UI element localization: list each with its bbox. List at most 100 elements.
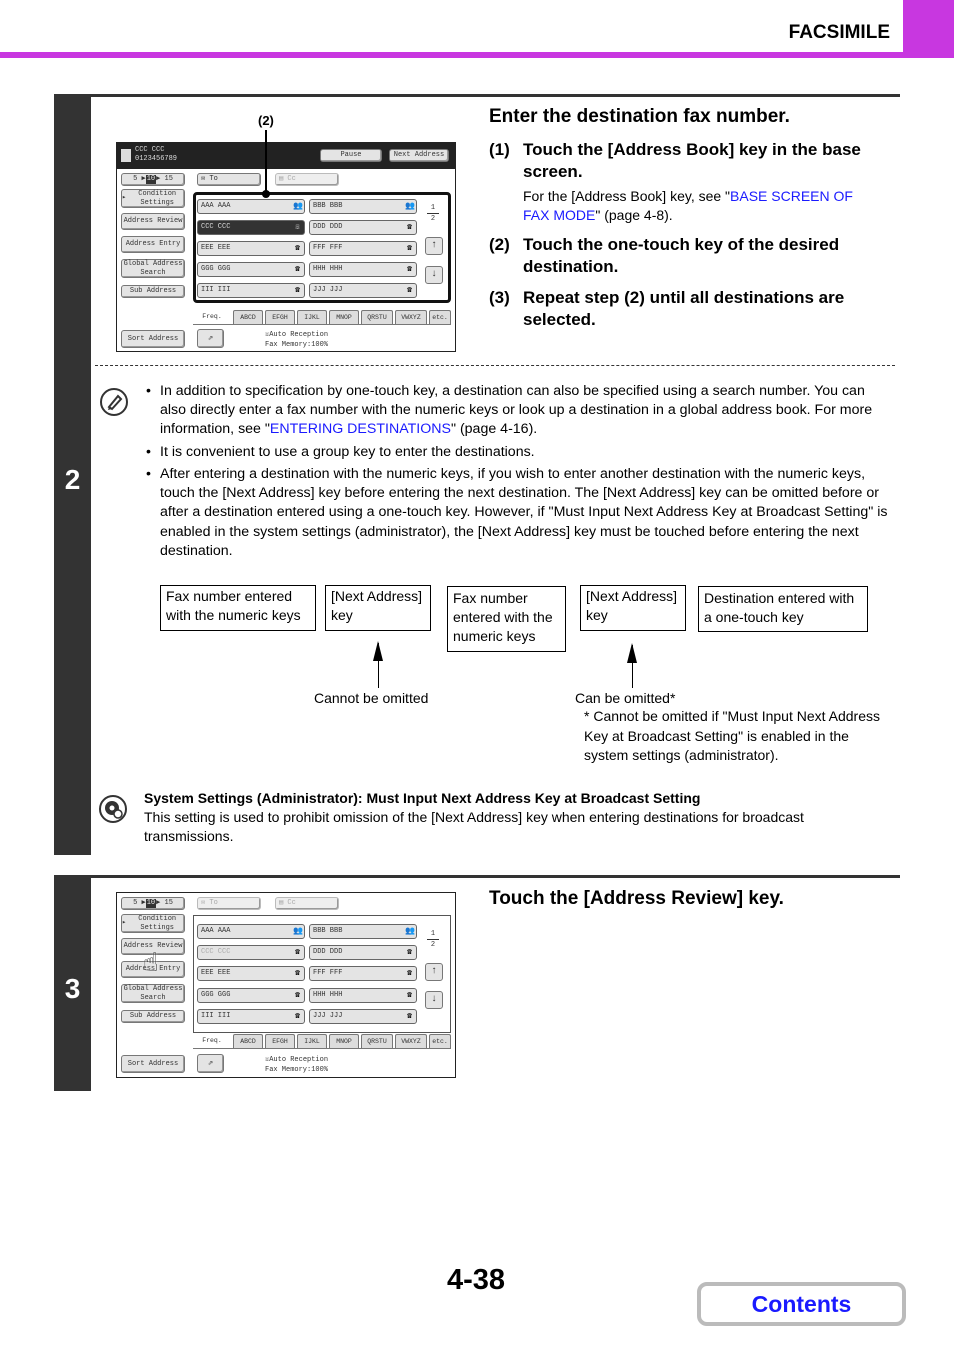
tab-baseline bbox=[193, 324, 451, 325]
one-touch-key[interactable]: III III ☎ bbox=[197, 283, 305, 298]
address-entry-button[interactable]: Address Entry bbox=[121, 236, 185, 253]
sort-address-button[interactable]: Sort Address bbox=[121, 330, 185, 348]
counter-15: 15 bbox=[164, 175, 173, 184]
header-accent-line bbox=[0, 52, 954, 58]
to-button[interactable]: ✉ To bbox=[197, 897, 261, 910]
key-label: AAA AAA bbox=[201, 927, 231, 935]
page-total: 2 bbox=[430, 215, 436, 223]
substep-text: Repeat step (2) until all destinations a… bbox=[523, 288, 845, 329]
scroll-down-button[interactable]: ↓ bbox=[425, 266, 443, 284]
cannot-omit-label: Cannot be omitted bbox=[314, 690, 429, 706]
cc-button[interactable]: ▤ Cc bbox=[275, 897, 339, 910]
substep-3: (3) Repeat step (2) until all destinatio… bbox=[489, 287, 889, 331]
phone-icon: ☎ bbox=[295, 244, 300, 253]
callout-label: (2) bbox=[258, 113, 274, 128]
tab-efgh[interactable]: EFGH bbox=[265, 310, 295, 324]
envelope-icon: ✉ bbox=[201, 175, 210, 184]
tab-freq[interactable]: Freq. bbox=[193, 310, 231, 324]
one-touch-key[interactable]: DDD DDD ☎ bbox=[309, 945, 417, 960]
diagram-box: Fax number entered with the numeric keys bbox=[447, 586, 566, 652]
diagram-box: Fax number entered with the numeric keys bbox=[160, 585, 316, 631]
entering-destinations-link[interactable]: ENTERING DESTINATIONS bbox=[270, 421, 451, 437]
one-touch-key[interactable]: HHH HHH ☎ bbox=[309, 988, 417, 1003]
sub-address-button[interactable]: Sub Address bbox=[121, 285, 185, 298]
global-address-search-button[interactable]: Global Address Search bbox=[121, 984, 185, 1003]
tab-vwxyz[interactable]: VWXYZ bbox=[395, 310, 427, 324]
tab-etc[interactable]: etc. bbox=[429, 310, 451, 324]
diagram-box: [Next Address] key bbox=[325, 585, 431, 631]
sub-address-button[interactable]: Sub Address bbox=[121, 1010, 185, 1023]
one-touch-key[interactable]: JJJ JJJ ☎ bbox=[309, 283, 417, 298]
header-accent-block bbox=[903, 0, 954, 58]
tab-ijkl[interactable]: IJKL bbox=[297, 310, 327, 324]
address-review-button[interactable]: Address Review bbox=[121, 213, 185, 230]
counter-selector[interactable]: 5 ▶ 10 ▶ 15 bbox=[121, 897, 185, 910]
tab-abcd[interactable]: ABCD bbox=[233, 1034, 263, 1048]
key-label: HHH HHH bbox=[313, 265, 343, 273]
fax-transfer-button[interactable]: ⇗ bbox=[197, 1054, 224, 1073]
section-divider bbox=[95, 365, 895, 366]
one-touch-key[interactable]: AAA AAA 👥 bbox=[197, 924, 305, 939]
next-address-button[interactable]: Next Address bbox=[389, 149, 449, 162]
one-touch-key[interactable]: GGG GGG ☎ bbox=[197, 262, 305, 277]
one-touch-key[interactable]: BBB BBB 👥 bbox=[309, 924, 417, 939]
one-touch-key[interactable]: EEE EEE ☎ bbox=[197, 241, 305, 256]
global-address-search-button[interactable]: Global Address Search bbox=[121, 259, 185, 278]
scroll-up-button[interactable]: ↑ bbox=[425, 963, 443, 981]
one-touch-key[interactable]: AAA AAA 👥 bbox=[197, 199, 305, 214]
tab-vwxyz[interactable]: VWXYZ bbox=[395, 1034, 427, 1048]
tab-freq[interactable]: Freq. bbox=[193, 1034, 231, 1048]
fax-device-icon bbox=[121, 149, 131, 162]
condition-settings-button[interactable]: ▸ Condition Settings bbox=[121, 189, 185, 208]
key-label: GGG GGG bbox=[201, 991, 231, 999]
tab-abcd[interactable]: ABCD bbox=[233, 310, 263, 324]
note-text: " (page 4-8). bbox=[595, 207, 673, 223]
can-omit-label: Can be omitted* bbox=[575, 690, 676, 706]
contents-button[interactable]: Contents bbox=[697, 1282, 906, 1326]
tab-ijkl[interactable]: IJKL bbox=[297, 1034, 327, 1048]
tab-qrstu[interactable]: QRSTU bbox=[361, 1034, 393, 1048]
tab-mnop[interactable]: MNOP bbox=[329, 1034, 359, 1048]
one-touch-key-disabled[interactable]: CCC CCC ☎ bbox=[197, 945, 305, 960]
note-text: For the [Address Book] key, see " bbox=[523, 188, 731, 204]
destination-name: CCC CCC bbox=[135, 146, 165, 154]
key-label: JJJ JJJ bbox=[313, 286, 343, 294]
substep-number: (2) bbox=[489, 235, 510, 254]
hand-pointer-icon: ☝ bbox=[143, 949, 159, 979]
fax-status: ☏Auto Reception Fax Memory:100% bbox=[265, 330, 328, 350]
to-button[interactable]: ✉ To bbox=[197, 173, 261, 186]
tab-efgh[interactable]: EFGH bbox=[265, 1034, 295, 1048]
one-touch-key[interactable]: FFF FFF ☎ bbox=[309, 966, 417, 981]
tab-mnop[interactable]: MNOP bbox=[329, 310, 359, 324]
one-touch-key[interactable]: DDD DDD ☎ bbox=[309, 220, 417, 235]
fax-transfer-button[interactable]: ⇗ bbox=[197, 329, 224, 348]
tab-qrstu[interactable]: QRSTU bbox=[361, 310, 393, 324]
one-touch-key[interactable]: HHH HHH ☎ bbox=[309, 262, 417, 277]
condition-settings-button[interactable]: ▸ Condition Settings bbox=[121, 914, 185, 933]
tab-baseline bbox=[193, 1048, 451, 1049]
system-setting-title: System Settings (Administrator): Must In… bbox=[144, 790, 701, 806]
scroll-down-button[interactable]: ↓ bbox=[425, 991, 443, 1009]
counter-selector[interactable]: 5 ▶ 10 ▶ 15 bbox=[121, 173, 185, 186]
one-touch-key[interactable]: JJJ JJJ ☎ bbox=[309, 1009, 417, 1024]
section-title: FACSIMILE bbox=[788, 22, 890, 43]
cc-button[interactable]: ▤ Cc bbox=[275, 173, 339, 186]
one-touch-key[interactable]: BBB BBB 👥 bbox=[309, 199, 417, 214]
scroll-up-button[interactable]: ↑ bbox=[425, 237, 443, 255]
diagram-box: [Next Address] key bbox=[580, 585, 686, 631]
counter-15: 15 bbox=[164, 899, 173, 908]
substep-text: Touch the one-touch key of the desired d… bbox=[523, 235, 840, 276]
one-touch-key[interactable]: GGG GGG ☎ bbox=[197, 988, 305, 1003]
page-total: 2 bbox=[430, 941, 436, 949]
pause-button[interactable]: Pause bbox=[320, 149, 382, 162]
phone-icon: ☎ bbox=[407, 223, 412, 232]
tab-etc[interactable]: etc. bbox=[429, 1034, 451, 1048]
one-touch-key[interactable]: FFF FFF ☎ bbox=[309, 241, 417, 256]
one-touch-key-selected[interactable]: CCC CCC ☏ bbox=[197, 220, 305, 235]
phone-icon: ☎ bbox=[407, 969, 412, 978]
one-touch-key[interactable]: III III ☎ bbox=[197, 1009, 305, 1024]
sort-address-button[interactable]: Sort Address bbox=[121, 1055, 185, 1073]
phone-icon: ☎ bbox=[295, 991, 300, 1000]
one-touch-key[interactable]: EEE EEE ☎ bbox=[197, 966, 305, 981]
footnote: * Cannot be omitted if "Must Input Next … bbox=[584, 708, 881, 763]
